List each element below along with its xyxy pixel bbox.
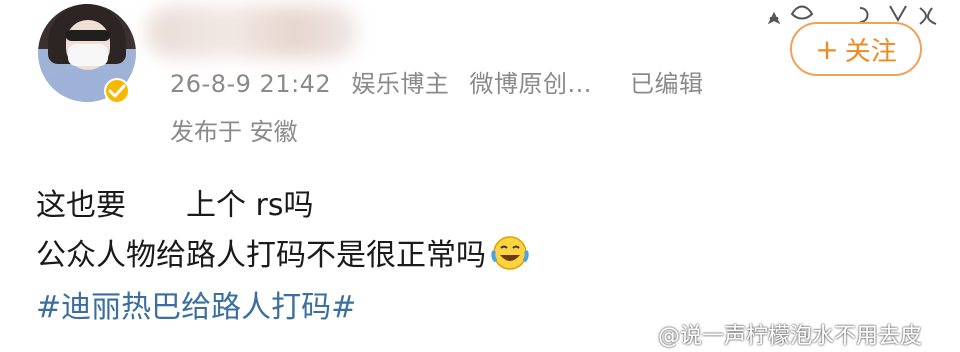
post-meta: 26-8-9 21:42 娱乐博主 微博原创... 已编辑 bbox=[170, 64, 716, 99]
post-source: 微博原创... bbox=[469, 70, 592, 98]
watermark-text: @说一声柠檬泡水不用去皮 bbox=[658, 324, 923, 349]
post-category: 娱乐博主 bbox=[351, 70, 450, 98]
text-part1: 这也要 bbox=[36, 188, 126, 223]
weibo-logo-icon bbox=[627, 325, 650, 345]
blurred-username[interactable] bbox=[146, 6, 358, 58]
laugh-cry-icon bbox=[490, 235, 530, 279]
follow-label: 关注 bbox=[844, 36, 897, 67]
weibo-post: 26-8-9 21:42 娱乐博主 微博原创... 已编辑 发布于 安徽 + 关… bbox=[0, 0, 960, 352]
post-text-line2: 公众人物给路人打码不是很正常吗 bbox=[36, 230, 530, 279]
post-location: 发布于 安徽 bbox=[170, 118, 298, 146]
watermark: @说一声柠檬泡水不用去皮 bbox=[626, 318, 922, 350]
plus-icon: + bbox=[815, 32, 839, 66]
post-text-line1: 这也要 上个 rs吗 bbox=[36, 180, 314, 224]
edited-label[interactable]: 已编辑 bbox=[630, 70, 704, 98]
verified-badge-icon bbox=[104, 78, 130, 104]
text-line2: 公众人物给路人打码不是很正常吗 bbox=[36, 238, 486, 273]
text-part2: 上个 rs吗 bbox=[186, 188, 314, 223]
hashtag-link[interactable]: #迪丽热巴给路人打码# bbox=[36, 282, 356, 326]
post-timestamp: 26-8-9 21:42 bbox=[170, 70, 332, 98]
follow-button[interactable]: + 关注 bbox=[790, 22, 922, 76]
